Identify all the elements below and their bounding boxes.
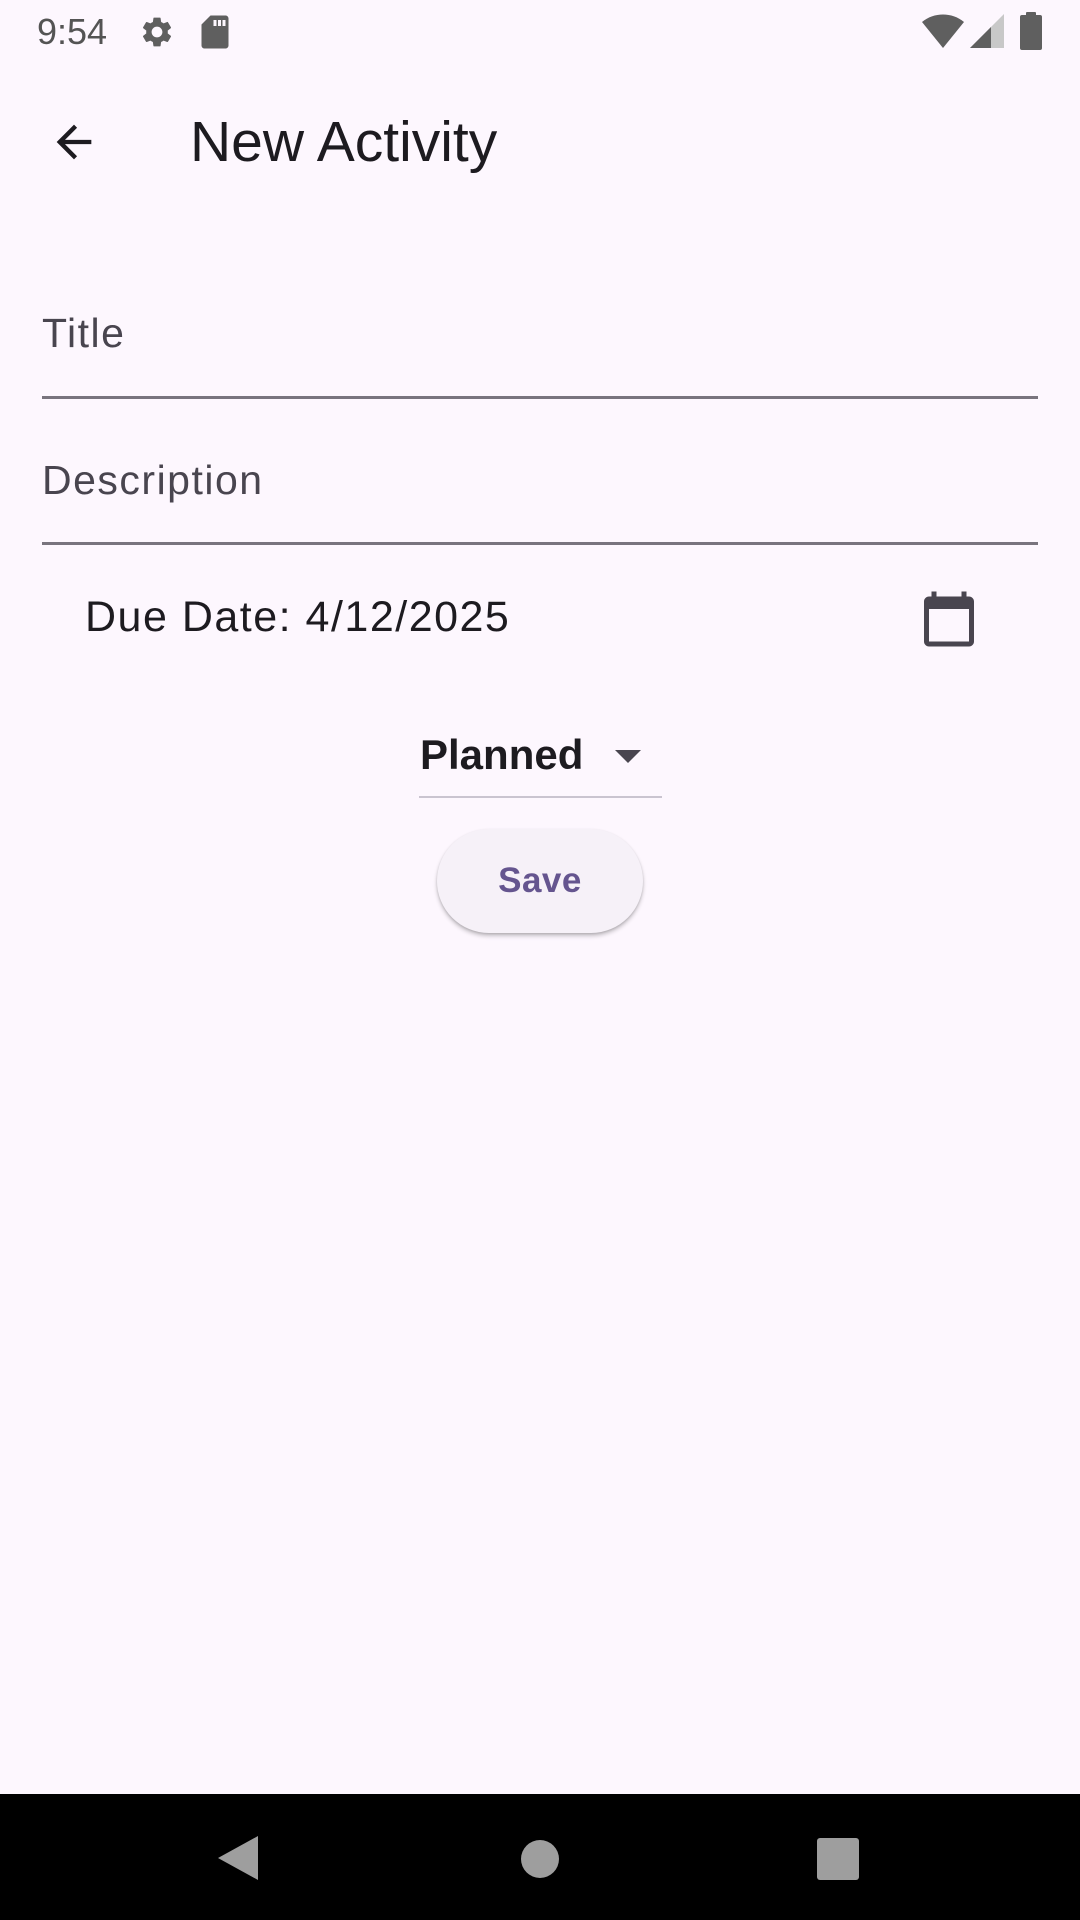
dropdown-selected-value: Planned (420, 731, 584, 778)
back-triangle-icon[interactable] (218, 1836, 258, 1880)
dropdown-arrow-icon (615, 750, 641, 763)
status-dropdown[interactable]: Planned (419, 718, 662, 798)
back-button[interactable] (34, 102, 114, 182)
page-title: New Activity (190, 110, 498, 174)
battery-icon (1020, 12, 1042, 50)
recents-square-icon[interactable] (817, 1838, 859, 1880)
cell-signal-icon (970, 14, 1004, 48)
navigation-bar (0, 1794, 1080, 1920)
title-input[interactable] (42, 270, 1038, 396)
description-input[interactable] (42, 418, 1038, 542)
due-date-label: Due Date: 4/12/2025 (85, 593, 511, 641)
status-bar: 9:54 (0, 0, 1080, 64)
calendar-icon (924, 591, 974, 647)
description-field[interactable] (42, 418, 1038, 545)
wifi-icon (922, 14, 964, 48)
save-button[interactable]: Save (437, 829, 643, 933)
home-circle-icon[interactable] (520, 1839, 560, 1879)
arrow-back-icon (56, 124, 92, 160)
calendar-button[interactable] (909, 579, 989, 659)
gear-icon (142, 17, 172, 47)
sd-card-icon (201, 15, 229, 49)
status-time: 9:54 (37, 11, 108, 52)
title-field[interactable] (42, 270, 1038, 399)
app-bar: New Activity (0, 64, 1080, 208)
due-date-row: Due Date: 4/12/2025 (42, 565, 1038, 675)
